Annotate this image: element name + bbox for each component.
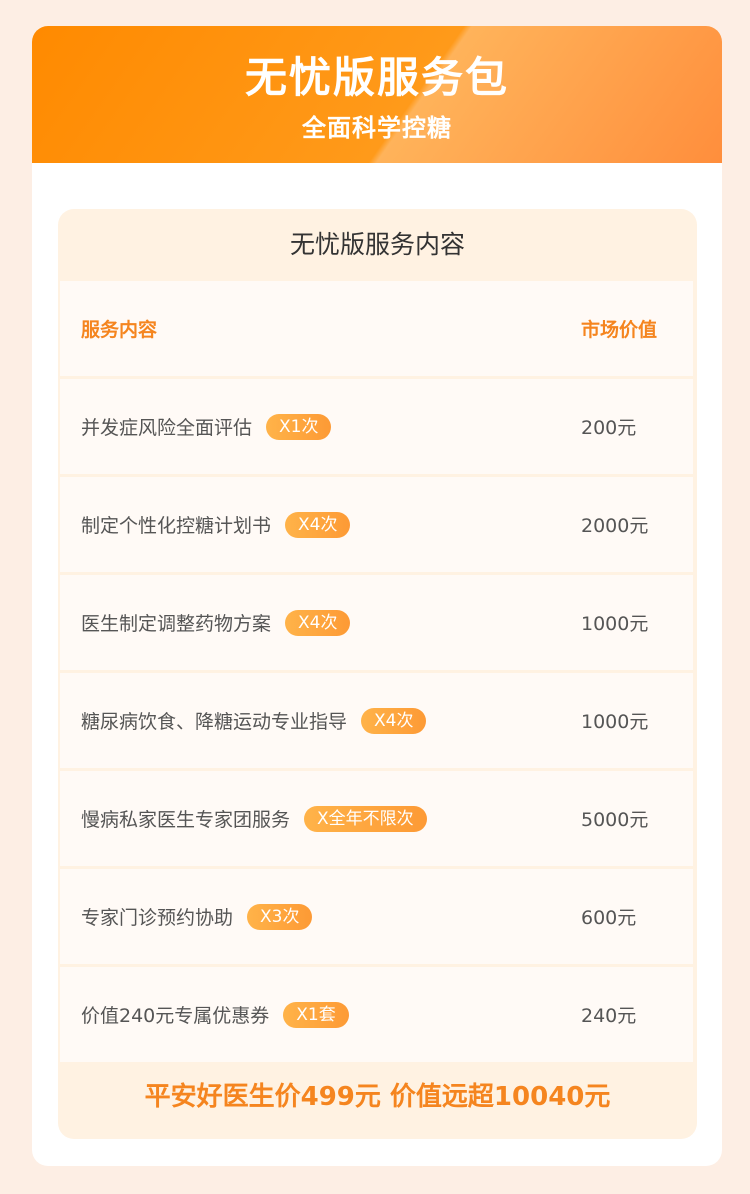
service-table: 无忧版服务内容 服务内容 市场价值 并发症风险全面评估 X1次 200元 制定个… (58, 209, 697, 1139)
service-count-badge: X3次 (247, 903, 313, 930)
service-name: 医生制定调整药物方案 (81, 613, 272, 635)
table-row: 并发症风险全面评估 X1次 200元 (60, 379, 693, 474)
package-title: 无忧版服务包 (244, 53, 509, 102)
table-row: 糖尿病饮食、降糖运动专业指导 X4次 1000元 (60, 673, 693, 768)
table-header-row: 服务内容 市场价值 (60, 281, 693, 376)
service-count-badge: X4次 (361, 707, 427, 734)
service-count-badge: X4次 (285, 511, 351, 538)
table-row: 价值240元专属优惠券 X1套 240元 (60, 967, 693, 1062)
service-price: 240元 (581, 1005, 637, 1027)
service-count-badge: X全年不限次 (304, 805, 427, 832)
service-name: 制定个性化控糖计划书 (81, 515, 272, 537)
service-name: 专家门诊预约协助 (81, 907, 234, 929)
header-market-value: 市场价值 (581, 319, 658, 341)
service-price: 200元 (581, 417, 637, 439)
service-price: 1000元 (581, 711, 649, 733)
package-subtitle: 全面科学控糖 (302, 114, 452, 142)
service-count-badge: X1次 (266, 413, 332, 440)
table-row: 制定个性化控糖计划书 X4次 2000元 (60, 477, 693, 572)
service-price: 1000元 (581, 613, 649, 635)
table-row: 专家门诊预约协助 X3次 600元 (60, 869, 693, 964)
header-service-content: 服务内容 (81, 319, 158, 341)
service-count-badge: X4次 (285, 609, 351, 636)
service-price: 5000元 (581, 809, 649, 831)
service-count-badge: X1套 (283, 1001, 349, 1028)
service-price: 600元 (581, 907, 637, 929)
package-banner: 无忧版服务包 全面科学控糖 (32, 26, 722, 163)
price-summary: 平安好医生价499元 价值远超10040元 (144, 1082, 611, 1112)
service-table-title: 无忧版服务内容 (289, 230, 465, 259)
service-package-card: 无忧版服务包 全面科学控糖 无忧版服务内容 服务内容 市场价值 并发症风险全面评… (32, 26, 722, 1166)
table-row: 慢病私家医生专家团服务 X全年不限次 5000元 (60, 771, 693, 866)
table-row: 医生制定调整药物方案 X4次 1000元 (60, 575, 693, 670)
service-name: 价值240元专属优惠券 (81, 1005, 270, 1027)
service-name: 糖尿病饮食、降糖运动专业指导 (81, 711, 348, 733)
service-name: 并发症风险全面评估 (81, 417, 253, 439)
service-name: 慢病私家医生专家团服务 (81, 809, 291, 831)
service-price: 2000元 (581, 515, 649, 537)
